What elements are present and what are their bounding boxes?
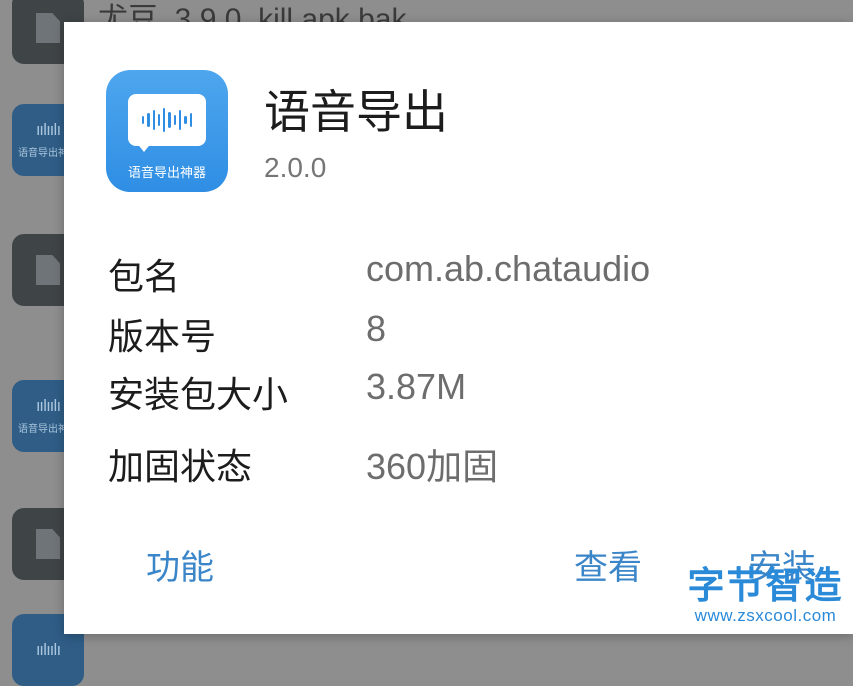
features-button[interactable]: 功能 [146, 540, 214, 589]
info-value: 3.87M [366, 366, 467, 407]
info-row-protection: 加固状态 360加固 [108, 438, 828, 488]
app-icon: 语音导出神器 [106, 70, 228, 192]
info-value: com.ab.chataudio [366, 248, 651, 289]
app-version: 2.0.0 [264, 152, 327, 183]
watermark-url: www.zsxcool.com [694, 606, 837, 625]
app-icon-label: 语音导出神器 [127, 166, 206, 181]
view-button[interactable]: 查看 [574, 540, 642, 589]
info-label: 包名 [108, 257, 181, 298]
voice-wave-icon [142, 108, 192, 132]
info-row-version-code: 版本号 8 [108, 308, 828, 358]
info-label: 版本号 [108, 317, 217, 358]
chat-bubble-tail [136, 142, 152, 152]
voice-wave-icon: ıılıılı [35, 395, 61, 415]
chat-bubble-icon [128, 94, 206, 146]
document-icon [36, 255, 60, 285]
info-label: 加固状态 [108, 447, 253, 488]
watermark: 字节智造 www.zsxcool.com [678, 566, 853, 626]
voice-wave-icon: ıılıılı [35, 119, 61, 139]
app-name: 语音导出 [264, 85, 448, 139]
watermark-title: 字节智造 [687, 564, 844, 607]
document-icon [36, 529, 60, 559]
info-row-package: 包名 com.ab.chataudio [108, 248, 828, 298]
voice-wave-icon: ıılıılı [35, 640, 61, 659]
info-value: 360加固 [366, 446, 499, 487]
apk-info-dialog: 语音导出神器 语音导出 2.0.0 包名 com.ab.chataudio 版本… [64, 22, 853, 634]
document-icon [36, 13, 60, 43]
info-value: 8 [366, 308, 387, 349]
info-row-size: 安装包大小 3.87M [108, 366, 828, 416]
info-label: 安装包大小 [108, 375, 289, 416]
